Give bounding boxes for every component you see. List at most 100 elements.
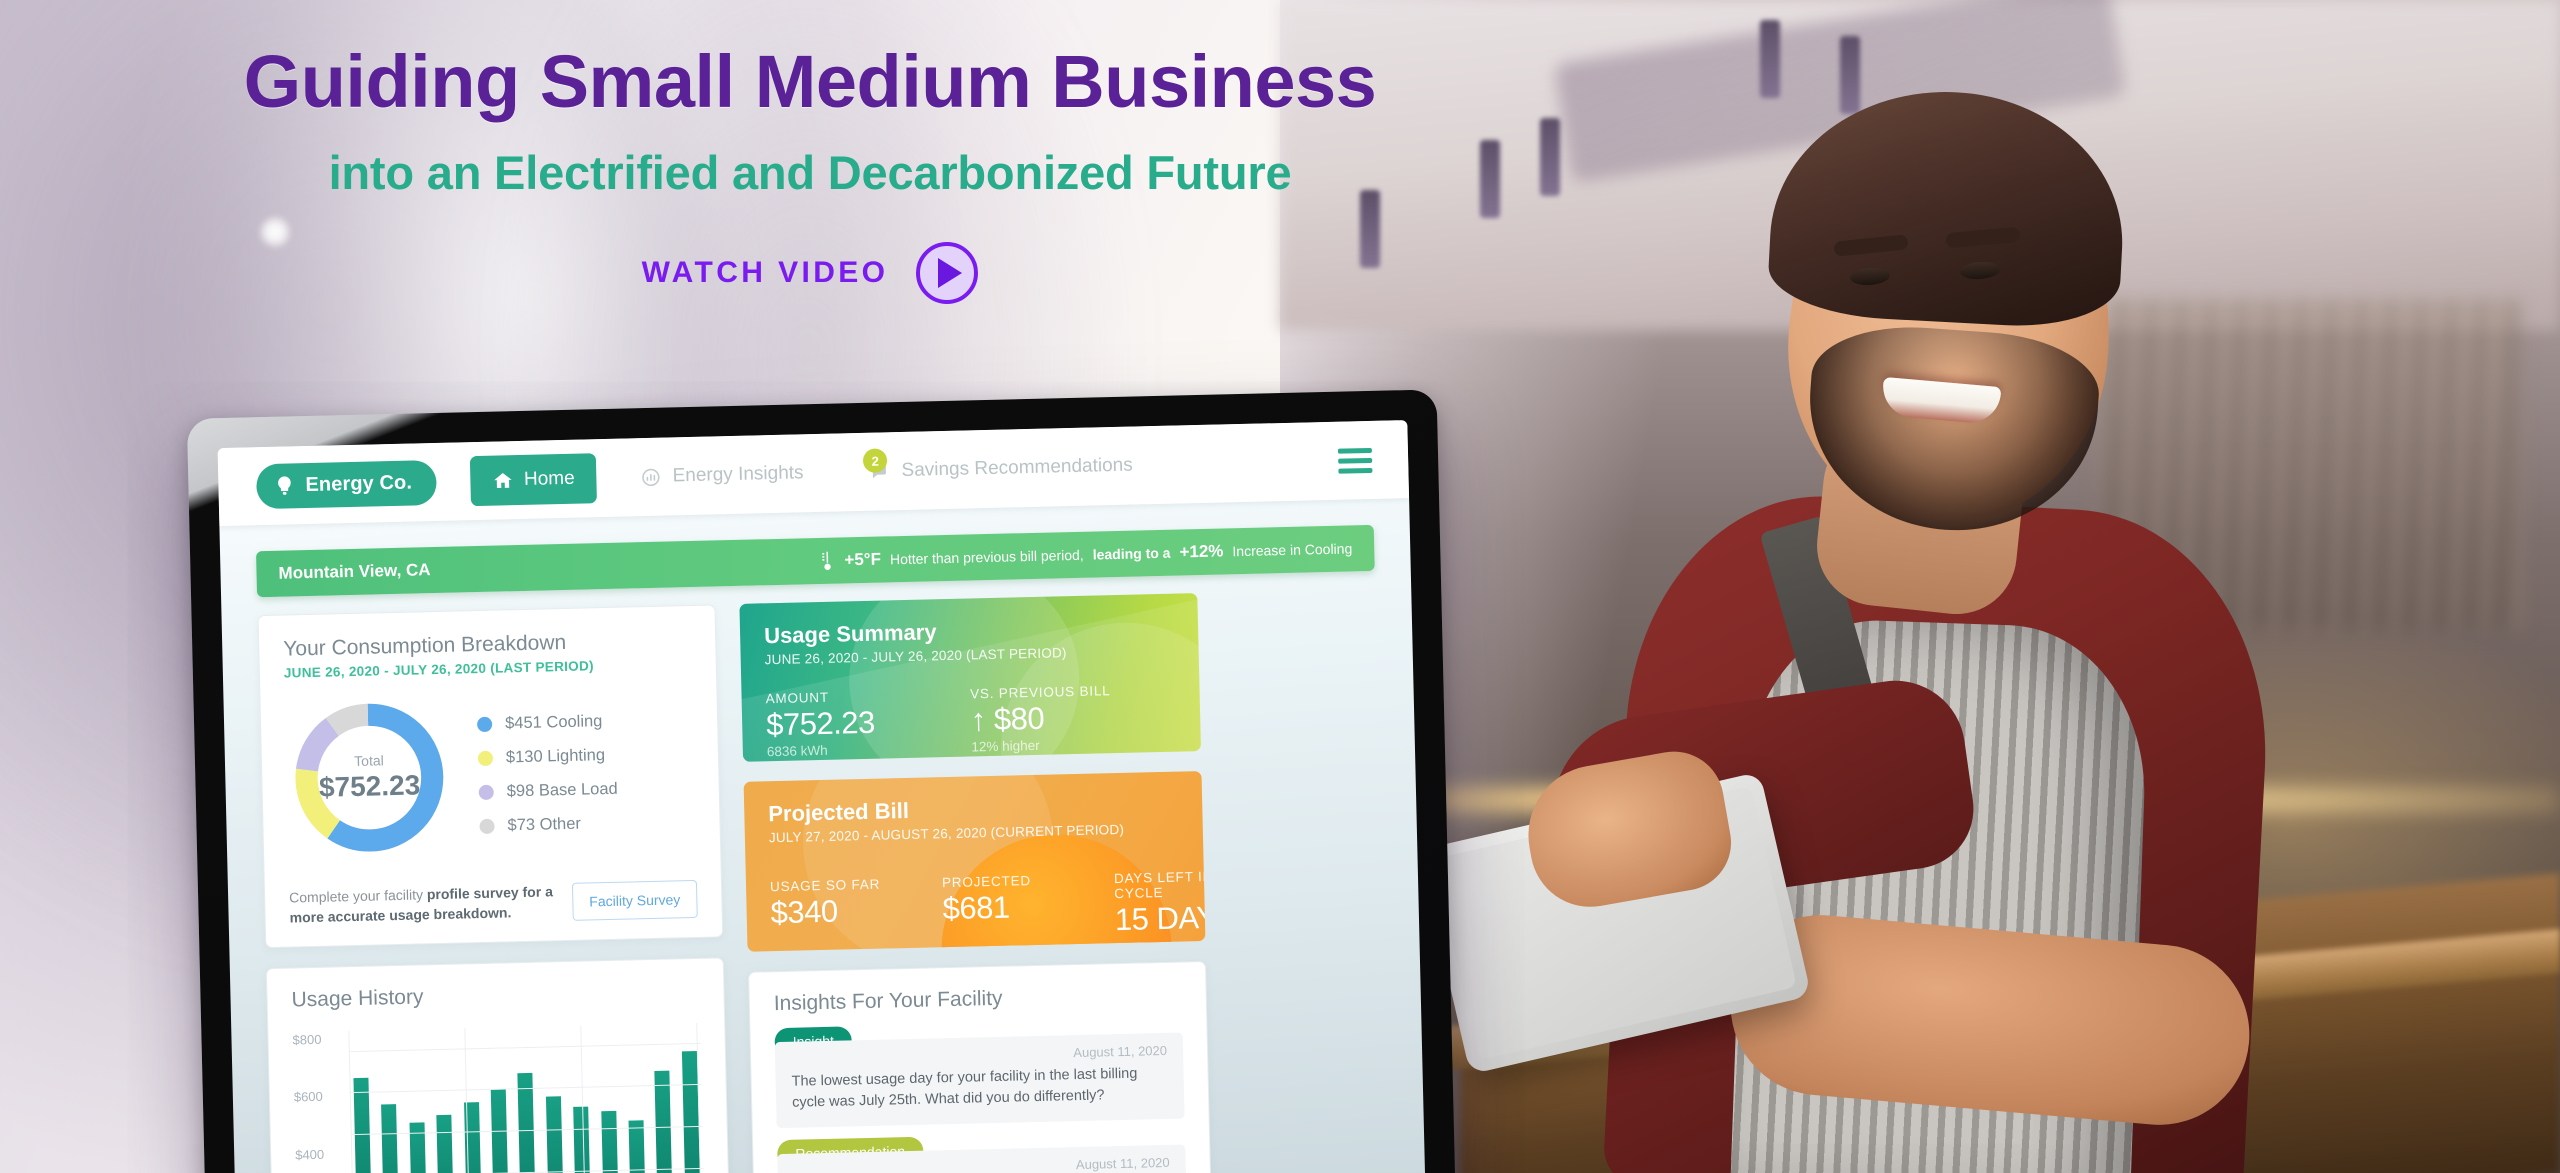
usage-history-y-axis: $800 $600 $400 $200 [292, 1031, 352, 1173]
usage-history-bars [352, 1023, 701, 1173]
projected-days-left: DAYS LEFT IN CYCLE 15 DAYS [1114, 868, 1206, 938]
y-tick-600: $600 [293, 1089, 323, 1105]
dashboard-screen: Energy Co. Home Energy Insights Savings … [217, 420, 1426, 1173]
legend-swatch-lighting [477, 750, 494, 766]
insight-body-box: August 11, 2020 The lowest usage day for… [774, 1032, 1185, 1129]
legend-swatch-other [479, 818, 495, 834]
donut-legend: $451 Cooling $130 Lighting $98 Base Load [476, 711, 619, 835]
legend-label-baseload: $98 Base Load [506, 779, 618, 800]
usage-history-title: Usage History [291, 985, 424, 1012]
projected-usage-so-far: USAGE SO FAR $340 [770, 876, 900, 946]
projected-amount: PROJECTED $681 [942, 872, 1072, 942]
dashboard-body: Mountain View, CA +5°F Hotter than previ… [219, 498, 1425, 1173]
recommendation-item[interactable]: Recommendation August 11, 2020 Install s… [777, 1119, 1189, 1173]
amount-note: 6836 kWh [766, 742, 828, 760]
compare-value: ↑ $80 [970, 700, 1045, 738]
history-bar [600, 1111, 619, 1173]
usage-summary-card: Usage Summary JUNE 26, 2020 - JULY 26, 2… [739, 593, 1201, 762]
weather-text-bold: leading to a [1092, 544, 1171, 563]
days-left-value: 15 DAYS [1114, 899, 1206, 938]
watch-video-label: WATCH VIDEO [641, 255, 889, 289]
usage-summary-amount: AMOUNT $752.23 6836 kWh [765, 689, 876, 760]
laptop-mockup: Energy Co. Home Energy Insights Savings … [186, 389, 1456, 1173]
survey-text-plain: Complete your facility [288, 886, 428, 906]
thermometer-icon [819, 549, 836, 573]
donut-chart-row: Total $752.23 $451 Cooling $130 Lighting… [284, 687, 696, 863]
tab-home[interactable]: Home [469, 453, 598, 507]
projected-value: $681 [942, 889, 1010, 927]
tab-energy-insights[interactable]: Energy Insights [618, 448, 826, 503]
play-icon[interactable] [916, 241, 979, 304]
legend-label-cooling: $451 Cooling [504, 711, 603, 732]
home-icon [492, 470, 513, 491]
legend-swatch-cooling [476, 716, 493, 732]
chart-circle-icon [640, 466, 661, 487]
y-tick-400: $400 [295, 1146, 325, 1163]
legend-label-lighting: $130 Lighting [505, 745, 606, 766]
hamburger-bar [1338, 457, 1373, 464]
usage-summary-compare: VS. PREVIOUS BILL ↑ $80 12% higher [970, 683, 1112, 754]
usage-so-far-label: USAGE SO FAR [769, 876, 881, 895]
history-bar [409, 1122, 427, 1173]
insight-date: August 11, 2020 [1073, 1042, 1168, 1061]
amount-label: AMOUNT [765, 689, 830, 707]
insight-text: The lowest usage day for your facility i… [791, 1065, 1138, 1111]
usage-history-chart: $800 $600 $400 $200 [292, 1022, 704, 1173]
days-left-label: DAYS LEFT IN CYCLE [1113, 868, 1206, 902]
play-triangle [938, 257, 963, 288]
legend-label-other: $73 Other [507, 814, 582, 834]
page-title: Guiding Small Medium Business [243, 40, 1377, 123]
usage-history-plot [348, 1022, 704, 1173]
weather-text-after: Increase in Cooling [1232, 540, 1353, 560]
history-bar [381, 1103, 400, 1173]
hero-text-block: Guiding Small Medium Business into an El… [0, 40, 1620, 304]
tab-savings-recommendations-label: Savings Recommendations [901, 454, 1133, 482]
tab-home-label: Home [523, 467, 575, 490]
insight-item[interactable]: Insight August 11, 2020 The lowest usage… [774, 1007, 1185, 1129]
weather-temp: +5°F [844, 549, 882, 570]
legend-item: $73 Other [479, 813, 618, 835]
tab-savings-recommendations[interactable]: Savings Recommendations 2 [847, 440, 1155, 497]
usage-summary-stats: AMOUNT $752.23 6836 kWh VS. PREVIOUS BIL… [765, 682, 1176, 760]
weather-banner: Mountain View, CA +5°F Hotter than previ… [256, 524, 1375, 598]
page-subtitle: into an Electrified and Decarbonized Fut… [328, 145, 1292, 199]
projected-bill-card: Projected Bill JULY 27, 2020 - AUGUST 26… [743, 771, 1206, 952]
hamburger-icon[interactable] [1337, 447, 1373, 474]
legend-swatch-baseload [478, 784, 494, 800]
projected-label: PROJECTED [941, 873, 1032, 891]
consumption-donut-chart: Total $752.23 [284, 693, 454, 863]
donut-total-value: $752.23 [318, 769, 421, 803]
weather-location: Mountain View, CA [278, 560, 431, 583]
left-column: Your Consumption Breakdown JUNE 26, 2020… [257, 604, 730, 1173]
dashboard-grid: Your Consumption Breakdown JUNE 26, 2020… [257, 589, 1390, 1173]
amount-value: $752.23 [765, 704, 876, 743]
facility-survey-row: Complete your facility profile survey fo… [289, 873, 698, 928]
facility-survey-text: Complete your facility profile survey fo… [289, 882, 555, 928]
usage-so-far-value: $340 [770, 893, 839, 931]
hamburger-bar [1337, 447, 1372, 454]
projected-stats: USAGE SO FAR $340 PROJECTED $681 DAYS LE… [770, 869, 1206, 947]
legend-item: $98 Base Load [478, 779, 618, 801]
recommendation-date: August 11, 2020 [1075, 1154, 1170, 1173]
hamburger-bar [1338, 467, 1373, 474]
right-column: Usage Summary JUNE 26, 2020 - JULY 26, 2… [739, 593, 1212, 1173]
insights-card: Insights For Your Facility Insight Augus… [748, 960, 1212, 1173]
lightbulb-icon [273, 474, 296, 497]
legend-item: $130 Lighting [477, 745, 617, 767]
watch-video-button[interactable]: WATCH VIDEO [0, 241, 1620, 304]
y-tick-800: $800 [292, 1031, 322, 1048]
app-logo-label: Energy Co. [305, 471, 413, 496]
person-hair [1766, 82, 2130, 332]
weather-detail: +5°F Hotter than previous bill period, l… [819, 536, 1352, 573]
app-logo[interactable]: Energy Co. [255, 459, 437, 509]
weather-text-before: Hotter than previous bill period, [889, 546, 1084, 568]
donut-total-label: Total [353, 752, 384, 769]
donut-center-label: Total $752.23 [284, 693, 454, 863]
facility-survey-button[interactable]: Facility Survey [571, 879, 698, 921]
history-bar [436, 1115, 454, 1173]
tab-energy-insights-label: Energy Insights [672, 462, 804, 487]
weather-percent: +12% [1179, 541, 1224, 562]
consumption-breakdown-card: Your Consumption Breakdown JUNE 26, 2020… [257, 604, 724, 948]
history-bar [545, 1095, 564, 1173]
